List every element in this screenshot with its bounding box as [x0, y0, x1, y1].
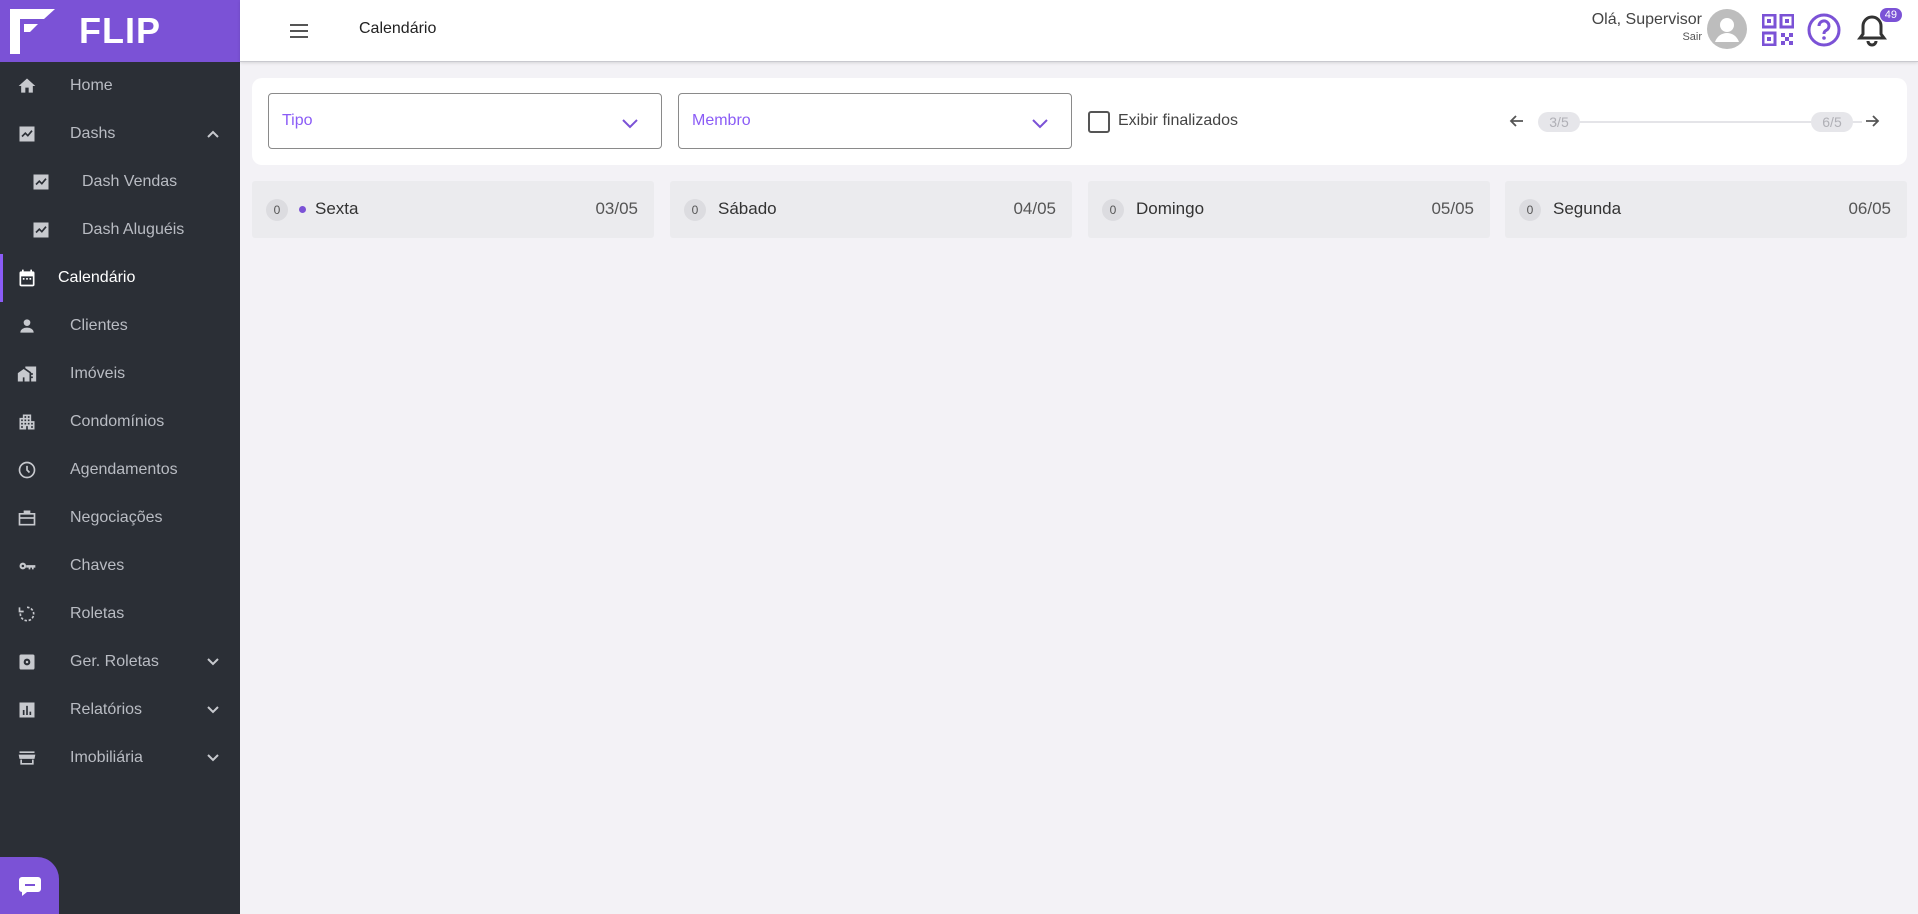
- chevron-down-icon: [207, 754, 219, 762]
- page-title: Calendário: [359, 20, 437, 37]
- day-name: Sábado: [718, 199, 777, 218]
- day-column-header: 0 Domingo 05/05: [1088, 181, 1490, 238]
- event-count: 0: [1519, 199, 1541, 221]
- tipo-select[interactable]: Tipo: [268, 93, 662, 149]
- store-icon: [16, 747, 38, 769]
- arrow-right-icon[interactable]: [1862, 111, 1882, 131]
- clock-icon: [16, 459, 38, 481]
- sidebar-item-roletas[interactable]: Roletas: [0, 590, 240, 638]
- sidebar-item-label: Calendário: [58, 269, 136, 286]
- pager-end[interactable]: 6/5: [1811, 112, 1853, 132]
- membro-select-label: Membro: [692, 112, 751, 129]
- chevron-up-icon: [207, 130, 219, 138]
- day-date: 05/05: [1431, 199, 1474, 218]
- today-indicator: [299, 206, 306, 213]
- person-icon: [16, 315, 38, 337]
- user-greeting: Olá, Supervisor Sair: [1592, 11, 1702, 43]
- day-name: Sexta: [315, 199, 359, 218]
- arrow-left-icon[interactable]: [1507, 111, 1527, 131]
- sidebar-item-label: Agendamentos: [70, 461, 178, 478]
- sidebar-nav: Home Dashs Dash Vendas Dash Aluguéis Cal…: [0, 62, 240, 782]
- chat-button[interactable]: [0, 857, 59, 914]
- user-avatar-icon: [1715, 18, 1739, 42]
- qr-code-icon[interactable]: [1762, 14, 1794, 46]
- chevron-down-icon: [622, 119, 638, 129]
- sidebar-item-label: Condomínios: [70, 413, 165, 430]
- sidebar-item-clientes[interactable]: Clientes: [0, 302, 240, 350]
- sidebar-item-label: Ger. Roletas: [70, 653, 159, 670]
- sidebar-item-label: Imobiliária: [70, 749, 143, 766]
- day-column-header: 0 Sexta 03/05: [252, 181, 654, 238]
- flip-logo-icon: [10, 8, 55, 54]
- home-icon: [16, 75, 38, 97]
- sidebar: FLIP Home Dashs Dash Vendas Dash Aluguéi…: [0, 0, 240, 914]
- sidebar-item-relatorios[interactable]: Relatórios: [0, 686, 240, 734]
- brand-name: FLIP: [79, 10, 161, 51]
- day-name: Domingo: [1136, 199, 1205, 218]
- sidebar-item-chaves[interactable]: Chaves: [0, 542, 240, 590]
- greeting-text: Olá, Supervisor: [1591, 11, 1702, 28]
- membro-select[interactable]: Membro: [678, 93, 1072, 149]
- logout-link[interactable]: Sair: [1592, 31, 1702, 43]
- hamburger-menu-icon[interactable]: [288, 20, 310, 42]
- day-name: Segunda: [1553, 199, 1622, 218]
- sidebar-item-agendamentos[interactable]: Agendamentos: [0, 446, 240, 494]
- top-bar: Calendário Olá, Supervisor Sair 49: [240, 0, 1918, 62]
- sidebar-item-label: Home: [70, 77, 113, 94]
- gear-box-icon: [16, 651, 38, 673]
- brand-header[interactable]: FLIP: [0, 0, 240, 62]
- event-count: 0: [1102, 199, 1124, 221]
- calendar-icon: [16, 267, 38, 289]
- sidebar-item-dash-vendas[interactable]: Dash Vendas: [0, 158, 240, 206]
- chat-icon: [18, 876, 41, 896]
- sidebar-item-label: Negociações: [70, 509, 163, 526]
- bar-chart-icon: [16, 699, 38, 721]
- chevron-down-icon: [207, 658, 219, 666]
- sidebar-item-label: Dash Aluguéis: [82, 221, 185, 238]
- day-date: 04/05: [1013, 199, 1056, 218]
- sidebar-item-negociacoes[interactable]: Negociações: [0, 494, 240, 542]
- sidebar-item-label: Dash Vendas: [82, 173, 178, 190]
- sidebar-item-dashs[interactable]: Dashs: [0, 110, 240, 158]
- chevron-down-icon: [1032, 119, 1048, 129]
- day-column-header: 0 Sábado 04/05: [670, 181, 1072, 238]
- sidebar-item-label: Clientes: [70, 317, 128, 334]
- chevron-down-icon: [207, 706, 219, 714]
- sidebar-item-condominios[interactable]: Condomínios: [0, 398, 240, 446]
- key-icon: [16, 555, 38, 577]
- pager-start[interactable]: 3/5: [1538, 112, 1580, 132]
- day-column-header: 0 Segunda 06/05: [1505, 181, 1907, 238]
- sidebar-item-label: Relatórios: [70, 701, 143, 718]
- help-icon[interactable]: [1806, 12, 1842, 48]
- buildings-icon: [16, 363, 38, 385]
- day-date: 03/05: [595, 199, 638, 218]
- sidebar-item-imoveis[interactable]: Imóveis: [0, 350, 240, 398]
- apartment-icon: [16, 411, 38, 433]
- sidebar-item-label: Roletas: [70, 605, 125, 622]
- chart-icon: [30, 171, 52, 193]
- sidebar-item-home[interactable]: Home: [0, 62, 240, 110]
- event-count: 0: [684, 199, 706, 221]
- sidebar-item-label: Dashs: [70, 125, 116, 142]
- sidebar-item-imobiliaria[interactable]: Imobiliária: [0, 734, 240, 782]
- briefcase-icon: [16, 507, 38, 529]
- rotate-icon: [16, 603, 38, 625]
- tipo-select-label: Tipo: [282, 112, 313, 129]
- event-count: 0: [266, 199, 288, 221]
- chart-icon: [16, 123, 38, 145]
- sidebar-item-ger-roletas[interactable]: Ger. Roletas: [0, 638, 240, 686]
- day-date: 06/05: [1848, 199, 1891, 218]
- sidebar-item-calendario[interactable]: Calendário: [0, 254, 240, 302]
- notification-badge: 49: [1879, 8, 1902, 22]
- avatar[interactable]: [1707, 9, 1747, 49]
- show-finished-label: Exibir finalizados: [1118, 112, 1239, 129]
- chart-icon: [30, 219, 52, 241]
- filter-bar: Tipo Membro Exibir finalizados 3/5 6/5: [252, 78, 1907, 165]
- sidebar-item-dash-alugueis[interactable]: Dash Aluguéis: [0, 206, 240, 254]
- sidebar-item-label: Imóveis: [70, 365, 126, 382]
- sidebar-item-label: Chaves: [70, 557, 125, 574]
- show-finished-checkbox[interactable]: [1088, 111, 1110, 133]
